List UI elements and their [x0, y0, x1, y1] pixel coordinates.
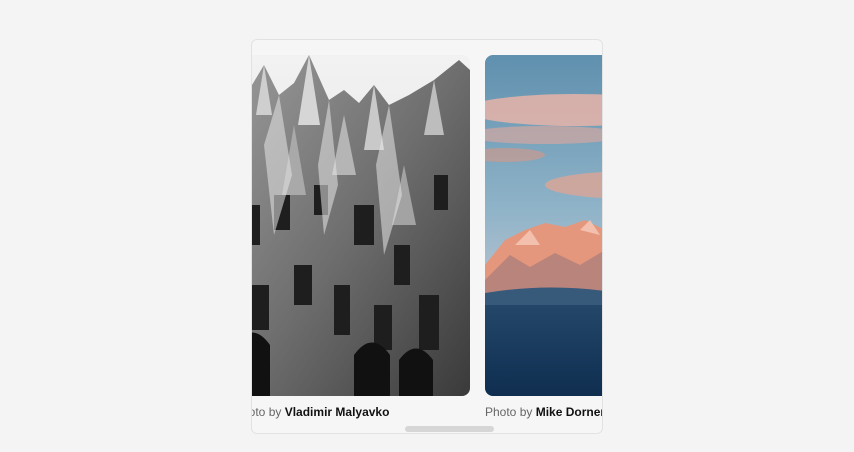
author-link[interactable]: Vladimir Malyavko	[285, 405, 390, 419]
horizontal-scrollbar[interactable]	[405, 426, 494, 432]
photo-caption: Photo by Mike Dorner	[485, 405, 602, 419]
mountain-photo[interactable]	[485, 55, 602, 396]
building-photo[interactable]	[252, 55, 470, 396]
author-link[interactable]: Mike Dorner	[536, 405, 602, 419]
caption-prefix: Photo by	[252, 405, 282, 419]
photo-gallery[interactable]: Photo by Vladimir Malyavko	[251, 39, 603, 434]
gallery-card[interactable]: Photo by Vladimir Malyavko	[252, 55, 470, 419]
photo-caption: Photo by Vladimir Malyavko	[252, 405, 470, 419]
gallery-card[interactable]: Photo by Mike Dorner	[485, 55, 602, 419]
caption-prefix: Photo by	[485, 405, 533, 419]
gallery-track: Photo by Vladimir Malyavko	[252, 40, 602, 433]
